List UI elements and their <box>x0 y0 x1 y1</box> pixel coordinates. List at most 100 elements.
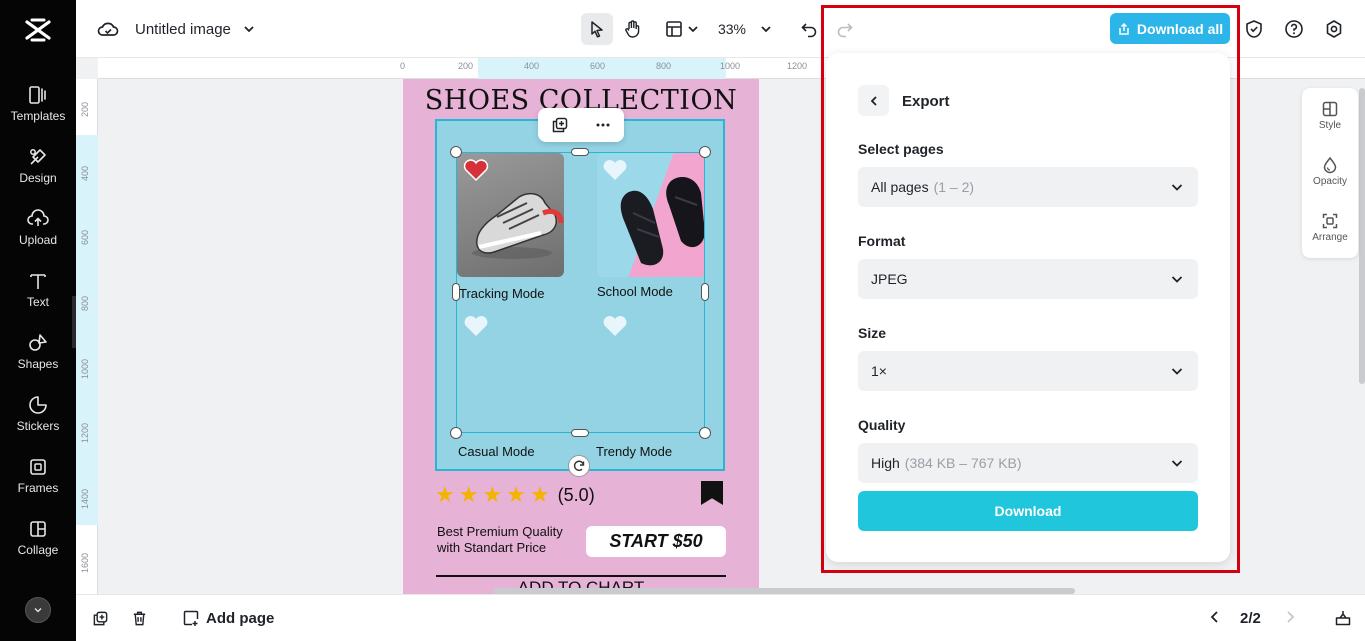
star-rating[interactable]: ★ ★ ★ ★ ★ (5.0) <box>435 484 595 506</box>
resize-handle[interactable] <box>571 429 589 437</box>
resize-handle[interactable] <box>571 148 589 156</box>
ruler-tick-label: 0 <box>400 61 406 71</box>
ruler-tick-label: 600 <box>590 61 606 71</box>
sidebar-item-upload[interactable]: Upload <box>0 208 76 264</box>
ruler-tick-label: 1000 <box>80 358 90 379</box>
help-icon <box>1285 20 1303 38</box>
duplicate-icon[interactable] <box>551 116 569 134</box>
vertical-ruler: 200 400 600 800 1000 1200 1400 1600 <box>76 79 98 594</box>
more-options-icon[interactable] <box>594 116 612 134</box>
page-indicator: 2/2 <box>1240 610 1261 627</box>
design-page[interactable]: SHOES COLLECTION Tracking Mode School Mo… <box>403 79 759 594</box>
tagline-line: Best Premium Quality <box>437 524 563 539</box>
ruler-tick-label: 800 <box>656 61 672 71</box>
chevron-down-icon[interactable] <box>241 21 257 37</box>
hand-tool-button[interactable] <box>617 13 649 45</box>
shield-button[interactable] <box>1242 17 1266 41</box>
resize-handle[interactable] <box>699 146 711 158</box>
resize-handle[interactable] <box>701 283 709 301</box>
highlight-frame <box>821 5 1240 573</box>
collage-icon <box>30 521 46 537</box>
sidebar-item-shapes[interactable]: Shapes <box>0 332 76 388</box>
rail-item-arrange[interactable]: Arrange <box>1302 212 1358 243</box>
star-icon: ★ <box>506 482 526 507</box>
add-page-icon <box>183 610 199 626</box>
rail-item-label: Arrange <box>1312 232 1348 243</box>
sidebar-item-text[interactable]: Text <box>0 270 76 326</box>
duplicate-page-button[interactable] <box>92 610 109 627</box>
ruler-tick-label: 800 <box>80 295 90 311</box>
left-sidebar: Templates Design Upload Text Shapes Stic… <box>0 0 82 641</box>
ruler-tick-label: 1200 <box>80 422 90 443</box>
chevron-down-icon <box>761 26 771 33</box>
bookmark-icon[interactable] <box>701 481 723 505</box>
layout-menu-button[interactable] <box>662 17 702 41</box>
tagline[interactable]: Best Premium Quality with Standart Price <box>437 524 563 556</box>
sidebar-item-label: Upload <box>18 233 58 247</box>
frames-icon <box>30 459 46 475</box>
price-badge[interactable]: START $50 <box>586 526 726 557</box>
sidebar-item-frames[interactable]: Frames <box>0 456 76 512</box>
trash-icon <box>133 611 146 626</box>
add-page-label: Add page <box>206 609 275 627</box>
select-tool-button[interactable] <box>581 13 613 45</box>
rail-item-label: Style <box>1318 120 1342 131</box>
chevron-right-icon <box>1287 611 1295 623</box>
ruler-tick-label: 200 <box>80 101 90 117</box>
resize-handle[interactable] <box>450 146 462 158</box>
rail-item-opacity[interactable]: Opacity <box>1302 156 1358 187</box>
chevron-down-icon <box>688 26 698 33</box>
bottom-bar: Add page 2/2 <box>76 594 1365 641</box>
sidebar-item-label: Frames <box>17 481 59 495</box>
price-text: START $50 <box>609 531 703 551</box>
mode-label[interactable]: Trendy Mode <box>596 444 672 459</box>
sidebar-item-label: Shapes <box>17 357 59 371</box>
ruler-tick-label: 200 <box>458 61 474 71</box>
divider-line[interactable] <box>436 575 726 577</box>
sidebar-item-label: Templates <box>10 109 66 123</box>
next-page-button[interactable] <box>1283 610 1297 624</box>
rotate-handle[interactable] <box>568 455 590 477</box>
upload-icon <box>27 209 49 226</box>
sidebar-item-design[interactable]: Design <box>0 146 76 202</box>
hand-icon <box>625 20 640 38</box>
style-icon <box>1322 101 1338 117</box>
star-icon: ★ <box>458 482 479 507</box>
chevron-left-icon <box>1210 611 1218 623</box>
templates-icon <box>29 86 46 104</box>
resize-handle[interactable] <box>699 427 711 439</box>
selection-box[interactable] <box>456 152 705 433</box>
cursor-icon <box>591 21 603 38</box>
sidebar-item-collage[interactable]: Collage <box>0 518 76 574</box>
tagline-line: with Standart Price <box>437 540 547 555</box>
chevron-down-icon <box>34 607 42 613</box>
gear-icon <box>1326 20 1342 38</box>
sidebar-item-stickers[interactable]: Stickers <box>0 394 76 450</box>
delete-page-button[interactable] <box>131 610 148 627</box>
document-title[interactable]: Untitled image <box>135 18 231 40</box>
capcut-logo-icon[interactable] <box>24 16 52 44</box>
ruler-tick-label: 600 <box>80 229 90 245</box>
rail-item-style[interactable]: Style <box>1302 100 1358 131</box>
stickers-icon <box>29 396 47 414</box>
add-page-button[interactable]: Add page <box>182 609 274 627</box>
undo-button[interactable] <box>797 17 821 41</box>
cloud-sync-icon[interactable] <box>96 17 120 41</box>
sidebar-item-templates[interactable]: Templates <box>0 84 76 140</box>
resize-handle[interactable] <box>452 283 460 301</box>
opacity-icon <box>1323 156 1337 174</box>
shapes-icon <box>29 334 47 351</box>
resize-handle[interactable] <box>450 427 462 439</box>
pages-panel-toggle[interactable] <box>1334 609 1352 627</box>
ruler-tick-label: 1000 <box>720 61 741 71</box>
ruler-tick-label: 1400 <box>80 488 90 509</box>
vertical-scrollbar[interactable] <box>1359 88 1365 384</box>
account-avatar[interactable] <box>25 597 51 623</box>
zoom-dropdown[interactable]: 33% <box>714 17 776 41</box>
sidebar-item-label: Collage <box>17 543 59 557</box>
rotate-icon <box>573 460 585 471</box>
help-button[interactable] <box>1282 17 1306 41</box>
previous-page-button[interactable] <box>1208 610 1222 624</box>
settings-button[interactable] <box>1322 17 1346 41</box>
mode-label[interactable]: Casual Mode <box>458 444 535 459</box>
